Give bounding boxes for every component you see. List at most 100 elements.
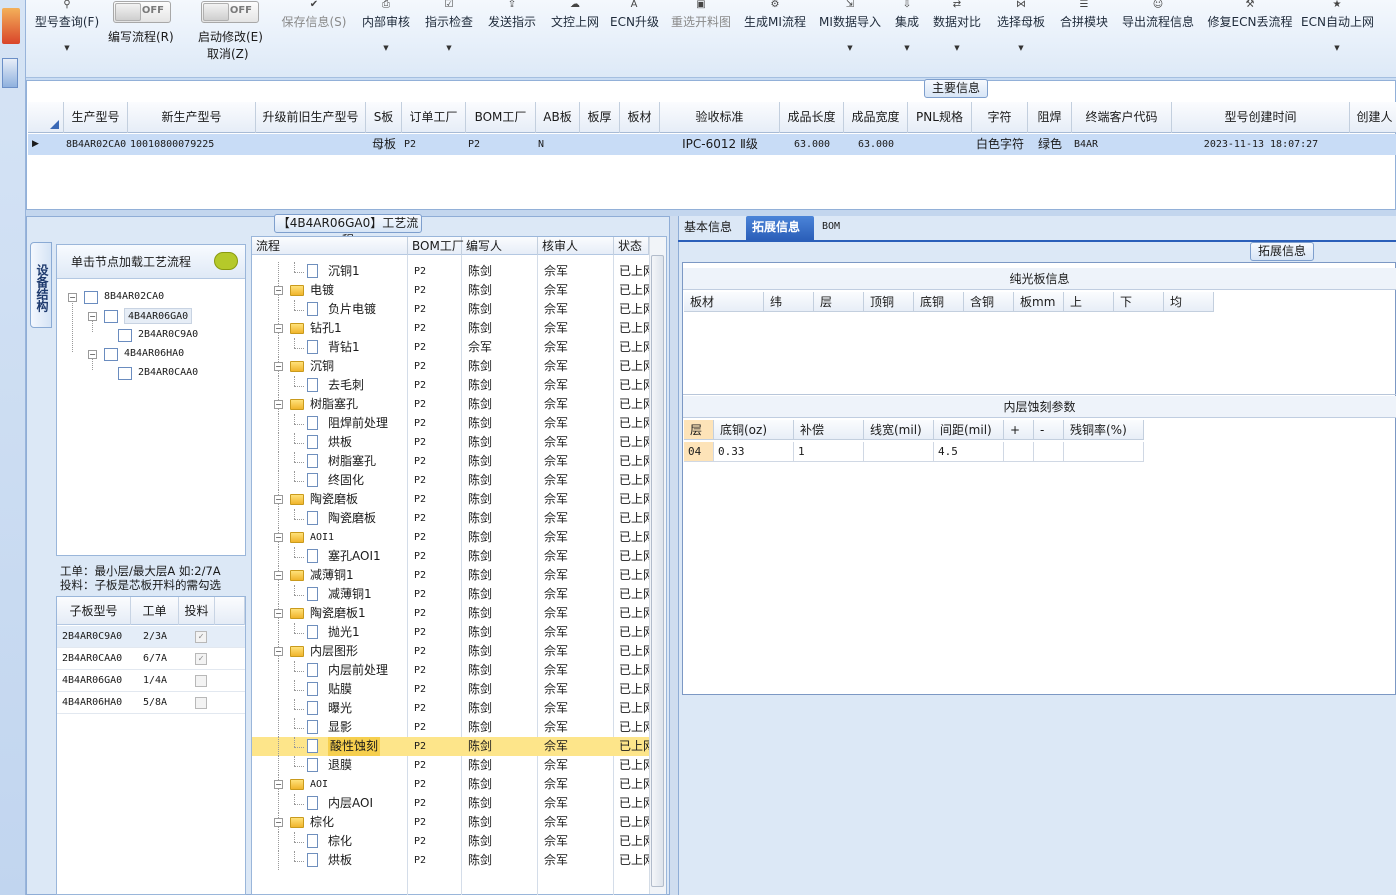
ribbon-button-1[interactable]: ✔ 保存信息(S) <box>278 0 350 76</box>
etch-column-header[interactable]: 补偿 <box>794 420 864 440</box>
process-name[interactable]: 减薄铜1 <box>328 585 372 604</box>
ribbon-button-16[interactable]: ★ ECN自动上网 ▼ <box>1301 0 1374 76</box>
column-header[interactable]: 升级前旧生产型号 <box>256 102 366 133</box>
tree-node[interactable]: 4B4AR06HA0 <box>124 346 184 362</box>
etch-cell[interactable] <box>1064 442 1144 462</box>
sub-column-header[interactable]: 子板型号 <box>57 597 131 625</box>
grid-row[interactable]: 显影 P2 陈剑 佘军 已上网 <box>252 718 649 737</box>
bare-board-column[interactable]: 层 <box>814 292 864 312</box>
etch-column-header[interactable]: 底铜(oz) <box>714 420 794 440</box>
cell-7[interactable] <box>582 134 618 155</box>
toggle-switch-1[interactable]: OFF <box>201 1 259 23</box>
bare-board-column[interactable]: 顶铜 <box>864 292 914 312</box>
column-header[interactable]: 阻焊 <box>1028 102 1072 133</box>
grid-row[interactable]: − 树脂塞孔 P2 陈剑 佘军 已上网 <box>252 395 649 414</box>
process-name[interactable]: 减薄铜1 <box>310 566 354 585</box>
checkbox-icon[interactable] <box>104 310 118 323</box>
grid-row[interactable]: 烘板 P2 陈剑 佘军 已上网 <box>252 433 649 452</box>
column-header[interactable]: S板 <box>366 102 402 133</box>
cell-10[interactable]: 63.000 <box>782 134 842 155</box>
cell-1[interactable]: 10010800079225 <box>130 134 254 155</box>
cell-6[interactable]: N <box>538 134 578 155</box>
cell-3[interactable]: 母板 <box>368 134 400 155</box>
cell-17[interactable] <box>1352 134 1396 155</box>
cell-9[interactable]: IPC-6012 Ⅱ级 <box>662 134 778 155</box>
expand-toggle-icon[interactable]: − <box>88 312 97 321</box>
grid-row[interactable]: − 电镀 P2 陈剑 佘军 已上网 <box>252 281 649 300</box>
column-header[interactable]: 板材 <box>620 102 660 133</box>
bare-board-column[interactable]: 上 <box>1064 292 1114 312</box>
process-name[interactable]: 棕化 <box>310 813 334 832</box>
side-tab-equipment[interactable]: 设备结构 <box>30 242 52 328</box>
ribbon-button-4[interactable]: ⇪ 发送指示 <box>485 0 539 76</box>
grid-row[interactable]: 内层AOI P2 陈剑 佘军 已上网 <box>252 794 649 813</box>
app-icon[interactable] <box>2 8 20 44</box>
grid-row[interactable]: 减薄铜1 P2 陈剑 佘军 已上网 <box>252 585 649 604</box>
column-header[interactable]: BOM工厂 <box>466 102 536 133</box>
process-name[interactable]: 沉铜 <box>310 357 334 376</box>
process-name[interactable]: 烘板 <box>328 433 352 452</box>
ribbon-button-3[interactable]: ☑ 指示检查 ▼ <box>423 0 475 76</box>
tab-2[interactable]: BOM <box>816 216 852 240</box>
ribbon-button-15[interactable]: ⚒ 修复ECN丢流程 <box>1206 0 1294 76</box>
process-name[interactable]: 终固化 <box>328 471 364 490</box>
feed-checkbox[interactable]: ✓ <box>195 631 207 643</box>
chat-bubble-icon[interactable] <box>214 252 238 270</box>
ribbon-button-5[interactable]: ☁ 文控上网 <box>548 0 602 76</box>
tree-node[interactable]: 2B4AR0CAA0 <box>138 365 198 381</box>
expand-toggle-icon[interactable]: − <box>274 324 283 333</box>
feed-checkbox[interactable] <box>195 697 207 709</box>
cell-14[interactable]: 绿色 <box>1030 134 1070 155</box>
grid-row[interactable]: − 陶瓷磨板1 P2 陈剑 佘军 已上网 <box>252 604 649 623</box>
cell-4[interactable]: P2 <box>404 134 464 155</box>
column-header[interactable]: PNL规格 <box>908 102 972 133</box>
cell-2[interactable] <box>258 134 364 155</box>
sub-column-header[interactable]: 工单 <box>131 597 179 625</box>
checkbox-icon[interactable] <box>104 348 118 361</box>
ribbon-button-10[interactable]: ⇩ 集成 ▼ <box>890 0 924 76</box>
grid-row[interactable]: 贴膜 P2 陈剑 佘军 已上网 <box>252 680 649 699</box>
process-name[interactable]: 内层图形 <box>310 642 358 661</box>
grid-scroll-thumb[interactable] <box>651 255 664 887</box>
grid-row[interactable]: 陶瓷磨板 P2 陈剑 佘军 已上网 <box>252 509 649 528</box>
column-header[interactable]: 创建人 <box>1350 102 1396 133</box>
process-name[interactable]: AOI <box>310 775 328 794</box>
toggle-switch-0[interactable]: OFF <box>113 1 171 23</box>
process-name[interactable]: 酸性蚀刻 <box>328 737 381 756</box>
expand-toggle-icon[interactable]: − <box>68 293 77 302</box>
sub-board-row[interactable]: 2B4AR0C9A0 2/3A ✓ <box>57 626 245 648</box>
process-name[interactable]: 内层前处理 <box>328 661 388 680</box>
etch-cell[interactable] <box>864 442 934 462</box>
sub-board-row[interactable]: 2B4AR0CAA0 6/7A ✓ <box>57 648 245 670</box>
process-name[interactable]: 沉铜1 <box>328 262 360 281</box>
ribbon-button-0[interactable]: ⚲ 型号查询(F) ▼ <box>32 0 102 76</box>
etch-column-header[interactable]: 层 <box>684 420 714 440</box>
process-name[interactable]: 抛光1 <box>328 623 360 642</box>
process-name[interactable]: 烘板 <box>328 851 352 870</box>
etch-column-header[interactable]: 线宽(mil) <box>864 420 934 440</box>
ribbon-button-12[interactable]: ⋈ 选择母板 ▼ <box>994 0 1048 76</box>
grid-row[interactable]: 曝光 P2 陈剑 佘军 已上网 <box>252 699 649 718</box>
cell-0[interactable]: 8B4AR02CA0 <box>66 134 126 155</box>
grid-row[interactable]: 烘板 P2 陈剑 佘军 已上网 <box>252 851 649 870</box>
expand-toggle-icon[interactable]: − <box>274 400 283 409</box>
process-name[interactable]: 显影 <box>328 718 352 737</box>
process-name[interactable]: 陶瓷磨板 <box>310 490 358 509</box>
sub-board-row[interactable]: 4B4AR06GA0 1/4A <box>57 670 245 692</box>
process-name[interactable]: 背钻1 <box>328 338 360 357</box>
expand-toggle-icon[interactable]: − <box>274 609 283 618</box>
etch-cell[interactable]: 1 <box>794 442 864 462</box>
process-name[interactable]: 负片电镀 <box>328 300 376 319</box>
grid-row[interactable]: 棕化 P2 陈剑 佘军 已上网 <box>252 832 649 851</box>
grid-row[interactable]: 背钻1 P2 佘军 佘军 已上网 <box>252 338 649 357</box>
grid-row[interactable]: − AOI P2 陈剑 佘军 已上网 <box>252 775 649 794</box>
ribbon-button-8[interactable]: ⚙ 生成MI流程 <box>742 0 808 76</box>
grid-row[interactable]: 负片电镀 P2 陈剑 佘军 已上网 <box>252 300 649 319</box>
bare-board-column[interactable]: 板材 <box>684 292 764 312</box>
grid-row[interactable]: − 沉铜 P2 陈剑 佘军 已上网 <box>252 357 649 376</box>
checkbox-icon[interactable] <box>118 329 132 342</box>
expand-toggle-icon[interactable]: − <box>274 647 283 656</box>
cell-11[interactable]: 63.000 <box>846 134 906 155</box>
bare-board-column[interactable]: 纬 <box>764 292 814 312</box>
sub-column-header[interactable]: 投料 <box>179 597 215 625</box>
